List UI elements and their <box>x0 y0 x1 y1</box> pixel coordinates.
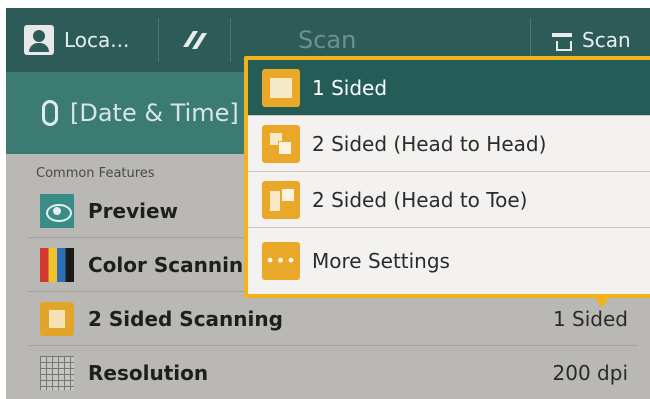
one-sided-icon <box>262 68 300 107</box>
color-icon <box>40 247 74 282</box>
grid-icon <box>40 355 74 390</box>
row-label: 2 Sided Scanning <box>88 306 283 331</box>
user-label: Loca... <box>64 28 130 52</box>
option-2-sided-head-to-head[interactable]: 2 Sided (Head to Head) <box>248 116 650 172</box>
feature-row-2-sided-scanning[interactable]: 2 Sided Scanning 1 Sided <box>28 292 638 346</box>
option-1-sided[interactable]: 1 Sided <box>248 60 650 116</box>
option-more-settings[interactable]: ••• More Settings <box>248 228 650 294</box>
attachment-icon <box>42 100 58 126</box>
option-label: More Settings <box>312 249 450 273</box>
row-value: 200 dpi <box>552 360 628 385</box>
divider <box>230 18 231 62</box>
user-button[interactable]: Loca... <box>24 8 129 72</box>
option-label: 2 Sided (Head to Head) <box>312 131 547 156</box>
page-icon <box>40 301 74 336</box>
scan-screen: Loca... Scan Scan [Date & Time] Common F… <box>6 8 650 399</box>
option-label: 1 Sided <box>312 75 388 100</box>
more-icon: ••• <box>262 242 300 280</box>
head-to-toe-icon <box>262 180 300 219</box>
head-to-head-icon <box>262 124 300 163</box>
divider <box>158 18 159 62</box>
eye-icon <box>40 193 74 228</box>
row-label: Resolution <box>88 360 209 385</box>
row-value: 1 Sided <box>552 306 628 331</box>
section-label: Common Features <box>36 166 155 181</box>
feature-row-resolution[interactable]: Resolution 200 dpi <box>28 346 638 399</box>
two-sided-dropdown: 1 Sided 2 Sided (Head to Head) 2 Sided (… <box>244 56 650 298</box>
file-name: [Date & Time] <box>70 99 239 127</box>
scan-icon <box>550 29 574 51</box>
reset-icon <box>183 31 207 49</box>
option-label: 2 Sided (Head to Toe) <box>312 187 528 212</box>
option-2-sided-head-to-toe[interactable]: 2 Sided (Head to Toe) <box>248 172 650 228</box>
row-label: Preview <box>88 198 179 223</box>
reset-button[interactable] <box>174 8 214 72</box>
row-label: Color Scanning <box>88 252 258 277</box>
user-icon <box>24 25 54 55</box>
scan-label: Scan <box>582 28 631 52</box>
